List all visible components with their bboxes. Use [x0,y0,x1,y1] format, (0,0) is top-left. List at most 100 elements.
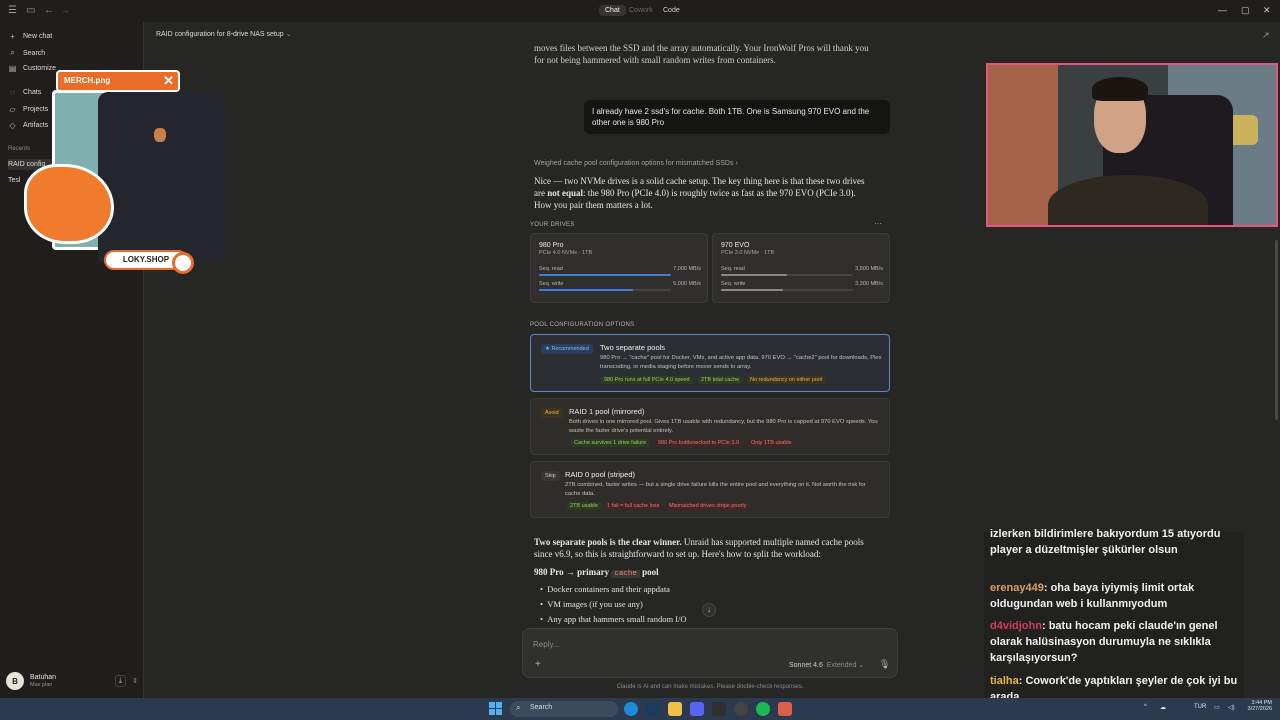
intro-text: : the 980 Pro (PCIe 4.0) is roughly twic… [534,188,856,210]
option-card-skip[interactable]: Skip RAID 0 pool (striped) 2TB combined,… [530,461,890,518]
magnifier-icon [172,252,194,274]
list-item-text: Docker containers and their appdata [547,584,670,594]
taskbar-search[interactable]: ⌕ Search [510,701,618,717]
thinking-text: Weighed cache pool configuration options… [534,160,734,167]
pro-tag: 2TB usable [567,502,601,510]
skip-badge: Skip [541,471,560,481]
edge-icon[interactable] [624,702,638,716]
pro-tag: 2TB total cache [698,376,743,384]
title-bar: ☰ ▭ ← → Chat Cowork Code — ▢ ✕ [0,0,1280,22]
spotify-icon[interactable] [756,702,770,716]
hair-image [1092,77,1148,101]
metric-write: Seq. write 3,300 MB/s [721,281,883,291]
chat-username: d4vidjohn [990,620,1042,632]
taskbar-search-label: Search [530,704,553,711]
steam-icon[interactable] [646,702,660,716]
back-icon[interactable]: ← [44,5,54,16]
chevron-down-icon: ⌄ [858,662,865,669]
option-card-recommended[interactable]: ★ Recommended Two separate pools 980 Pro… [530,334,890,392]
chat-icon: ◌ [10,88,15,97]
option-desc: Both drives in one mirrored pool. Gives … [569,419,878,434]
hoodie-image [1048,175,1208,225]
option-card-avoid[interactable]: Avoid RAID 1 pool (mirrored) Both drives… [530,398,890,455]
scroll-down-icon[interactable]: ↓ [702,603,716,617]
black-sweater-image [98,92,223,262]
download-icon[interactable]: ⤓ [114,675,127,687]
thinking-summary[interactable]: Weighed cache pool configuration options… [534,160,738,167]
discord-icon[interactable] [690,702,704,716]
taskbar: ⌕ Search ^ ☁ TUR ▭ ◁) 3:44 PM 3/27/2026 [0,698,1280,720]
clock-date: 3/27/2026 [1247,706,1272,712]
more-icon[interactable]: ⋯ [874,219,882,228]
close-icon[interactable]: ✕ [1263,5,1271,16]
model-selector[interactable]: Sonnet 4.6 Extended ⌄ [789,661,864,669]
clock[interactable]: 3:44 PM 3/27/2026 [1240,700,1272,712]
add-attachment-icon[interactable]: + [535,659,541,670]
volume-icon[interactable]: ◁) [1228,704,1235,711]
chevron-updown-icon[interactable]: ⇕ [132,677,138,685]
forward-icon[interactable]: → [60,5,70,16]
chat-message: erenay449: oha baya iyiymiş limit ortak … [990,582,1195,610]
webcam-feed [986,63,1278,227]
language-indicator[interactable]: TUR [1194,704,1206,710]
composer[interactable]: Reply... + Sonnet 4.6 Extended ⌄ 🎙 [522,628,898,678]
tab-cowork[interactable]: Cowork [623,5,659,16]
user-profile[interactable]: B Batuhan Max plan ⤓ ⇕ [6,666,138,696]
scrollbar[interactable] [1275,240,1278,420]
chat-username: erenay449 [990,582,1044,594]
chevron-right-icon: › [735,160,738,167]
bar-track [721,289,853,291]
bar-track [539,289,671,291]
claude-icon[interactable] [778,702,792,716]
chat-message: d4vidjohn: batu hocam peki claude'ın gen… [990,620,1218,664]
reply-input[interactable]: Reply... [533,640,560,649]
onedrive-icon[interactable]: ☁ [1160,704,1166,711]
option-title: Two separate pools [600,343,666,352]
sidebar-toggle-icon[interactable]: ▭ [26,5,35,16]
sidebar-item-label: New chat [23,33,53,40]
list-item: • VM images (if you use any) [540,599,643,609]
model-name: Sonnet 4.6 [789,662,823,669]
chat-text: izlerken bildirimlere bakıyordum 15 atıy… [990,528,1221,556]
microphone-icon[interactable]: 🎙 [879,659,890,670]
list-item: • Any app that hammers small random I/O [540,614,687,624]
tab-code[interactable]: Code [657,5,686,16]
menu-icon[interactable]: ☰ [8,5,17,16]
file-explorer-icon[interactable] [668,702,682,716]
search-icon: ⌕ [516,703,521,712]
minimize-icon[interactable]: — [1218,5,1227,15]
metric-value: 3,300 MB/s [855,281,883,287]
list-item: • Docker containers and their appdata [540,584,670,594]
bar-track [721,274,853,276]
maximize-icon[interactable]: ▢ [1241,5,1250,16]
metric-read: Seq. read 7,000 MB/s [539,266,701,276]
tray-chevron-icon[interactable]: ^ [1144,704,1147,710]
previous-text-line: moves files between the SSD and the arra… [534,43,869,53]
assistant-intro: Nice — two NVMe drives is a solid cache … [534,175,874,211]
pro-tag: Cache survives 1 drive failure [571,439,650,447]
option-title: RAID 0 pool (striped) [565,470,636,479]
drive-sub: PCIe 3.0 NVMe · 1TB [721,250,775,256]
obs-icon[interactable] [734,702,748,716]
previous-text-line: for not being hammered with small random… [534,55,776,65]
sidebar-item-search[interactable]: ⌕ Search [8,48,45,58]
winner-paragraph: Two separate pools is the clear winner. … [534,536,874,560]
network-icon[interactable]: ▭ [1214,704,1220,711]
con-tag: 1 fail = full cache loss [604,502,663,510]
recent-item[interactable]: Tesl [8,177,20,184]
metric-value: 7,000 MB/s [673,266,701,272]
metric-value: 3,500 MB/s [855,266,883,272]
winner-bold: Two separate pools is the clear winner. [534,537,682,547]
metric-label: Seq. read [539,266,563,272]
start-icon[interactable] [489,702,502,715]
app-icon[interactable] [712,702,726,716]
pool-options-label: POOL CONFIGURATION OPTIONS [530,322,635,328]
conversation-title-text: RAID configuration for 8-drive NAS setup [156,31,284,38]
share-icon[interactable]: ↗ [1262,30,1270,41]
merch-brand-text: MERCH.png [64,76,111,85]
bar-fill [721,274,787,276]
tab-chat[interactable]: Chat [599,5,626,16]
conversation-title[interactable]: RAID configuration for 8-drive NAS setup… [156,30,291,38]
inline-code: cache [611,570,640,578]
sidebar-item-new-chat[interactable]: + New chat [8,32,52,41]
